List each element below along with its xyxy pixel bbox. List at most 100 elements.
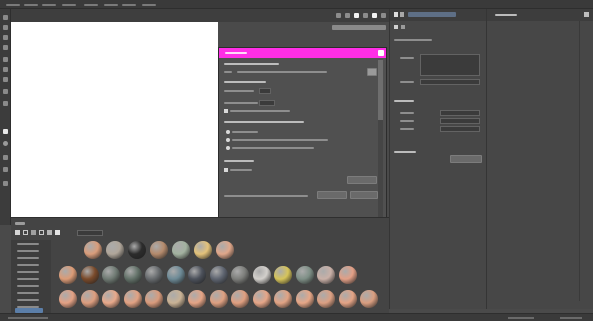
material-sphere[interactable] [188, 290, 206, 308]
material-sphere[interactable] [59, 266, 77, 284]
material-sphere[interactable] [188, 266, 206, 284]
resolution-field[interactable] [259, 100, 275, 106]
material-sphere[interactable] [102, 266, 120, 284]
option-checkbox[interactable] [224, 168, 228, 172]
material-sphere[interactable] [123, 290, 142, 308]
material-sphere[interactable] [166, 266, 185, 284]
prop-field[interactable] [440, 110, 480, 116]
menu-item-3[interactable] [42, 2, 56, 7]
apply-button[interactable] [450, 155, 482, 163]
3d-viewport[interactable] [11, 22, 218, 217]
layout-icon[interactable] [381, 13, 386, 18]
material-sphere[interactable] [145, 290, 163, 308]
clone-tool-icon[interactable] [3, 101, 8, 106]
library-search-input[interactable] [77, 230, 103, 236]
smudge-tool-icon[interactable] [3, 89, 8, 94]
material-sphere[interactable] [80, 266, 99, 284]
menu-item-7[interactable] [122, 2, 136, 7]
display-icon[interactable] [354, 13, 359, 18]
material-sphere[interactable] [338, 266, 357, 284]
eraser-tool-icon[interactable] [3, 67, 8, 72]
filter-icon[interactable] [47, 230, 52, 235]
folder-icon[interactable] [39, 230, 44, 235]
material-sphere[interactable] [317, 266, 335, 284]
material-sphere[interactable] [252, 266, 271, 284]
render-icon[interactable] [372, 13, 377, 18]
tab-icon-2[interactable] [400, 12, 404, 17]
menu-item-8[interactable] [142, 2, 156, 7]
prop-field[interactable] [440, 118, 480, 124]
settings-tool-icon[interactable] [3, 181, 8, 186]
display-toggle-icon[interactable] [394, 25, 398, 29]
material-sphere[interactable] [295, 290, 314, 308]
prop-field[interactable] [420, 79, 480, 85]
import-icon[interactable] [55, 230, 60, 235]
material-sphere[interactable] [360, 290, 378, 308]
menu-item-2[interactable] [24, 2, 38, 7]
material-sphere[interactable] [317, 290, 335, 308]
grid-icon[interactable] [345, 13, 350, 18]
material-sphere[interactable] [209, 290, 228, 308]
material-sphere[interactable] [231, 266, 249, 284]
option-checkbox[interactable] [224, 109, 228, 113]
library-tree-item[interactable] [17, 299, 39, 301]
camera-icon[interactable] [336, 13, 341, 18]
format-field[interactable] [259, 88, 271, 94]
prop-preview[interactable] [420, 54, 480, 76]
menu-item-4[interactable] [62, 2, 76, 7]
secondary-button[interactable] [317, 191, 347, 199]
material-sphere[interactable] [274, 266, 292, 284]
material-sphere[interactable] [274, 290, 292, 308]
material-sphere[interactable] [123, 266, 142, 284]
material-sphere[interactable] [106, 241, 124, 259]
close-icon[interactable] [378, 50, 384, 56]
picker-tool-icon[interactable] [3, 141, 8, 146]
radio-option-1[interactable] [226, 130, 230, 134]
grid-view-icon[interactable] [23, 230, 28, 235]
radio-option-3[interactable] [226, 146, 230, 150]
library-tree-item[interactable] [17, 250, 39, 252]
menu-item-1[interactable] [6, 2, 20, 7]
material-sphere[interactable] [194, 241, 212, 259]
move-tool-icon[interactable] [3, 25, 8, 30]
material-sphere[interactable] [252, 290, 271, 308]
material-sphere[interactable] [102, 290, 120, 308]
library-tree-item[interactable] [17, 285, 39, 287]
library-tree-item[interactable] [17, 292, 39, 294]
primary-button[interactable] [350, 191, 378, 199]
library-tree-item[interactable] [17, 278, 39, 280]
material-sphere[interactable] [128, 241, 146, 259]
layer-icon[interactable] [401, 25, 405, 29]
material-sphere[interactable] [231, 290, 249, 308]
dialog-titlebar[interactable] [219, 48, 386, 58]
library-tab-marker[interactable] [15, 222, 25, 225]
material-sphere[interactable] [338, 290, 357, 308]
add-icon[interactable] [15, 230, 20, 235]
scale-tool-icon[interactable] [3, 45, 8, 50]
list-view-icon[interactable] [31, 230, 36, 235]
material-sphere[interactable] [166, 290, 185, 308]
material-sphere[interactable] [295, 266, 314, 284]
material-sphere[interactable] [172, 241, 190, 259]
panel-menu-icon[interactable] [584, 12, 589, 17]
menu-item-6[interactable] [104, 2, 118, 7]
material-sphere[interactable] [59, 290, 77, 308]
library-tree-item[interactable] [17, 243, 39, 245]
fill-tool-icon[interactable] [3, 77, 8, 82]
material-sphere[interactable] [145, 266, 163, 284]
brush-tool-icon[interactable] [3, 57, 8, 62]
library-tree-item[interactable] [17, 271, 39, 273]
prop-field[interactable] [440, 126, 480, 132]
material-sphere[interactable] [209, 266, 228, 284]
mask-tool-icon[interactable] [3, 167, 8, 172]
active-tab[interactable] [408, 12, 456, 17]
material-sphere[interactable] [216, 241, 234, 259]
menu-item-5[interactable] [84, 2, 98, 7]
library-tree-item[interactable] [17, 264, 39, 266]
geometry-tool-icon[interactable] [3, 155, 8, 160]
material-sphere[interactable] [150, 241, 168, 259]
material-sphere[interactable] [84, 241, 102, 259]
library-tree-item[interactable] [17, 257, 39, 259]
rotate-tool-icon[interactable] [3, 35, 8, 40]
select-tool-icon[interactable] [3, 15, 8, 20]
